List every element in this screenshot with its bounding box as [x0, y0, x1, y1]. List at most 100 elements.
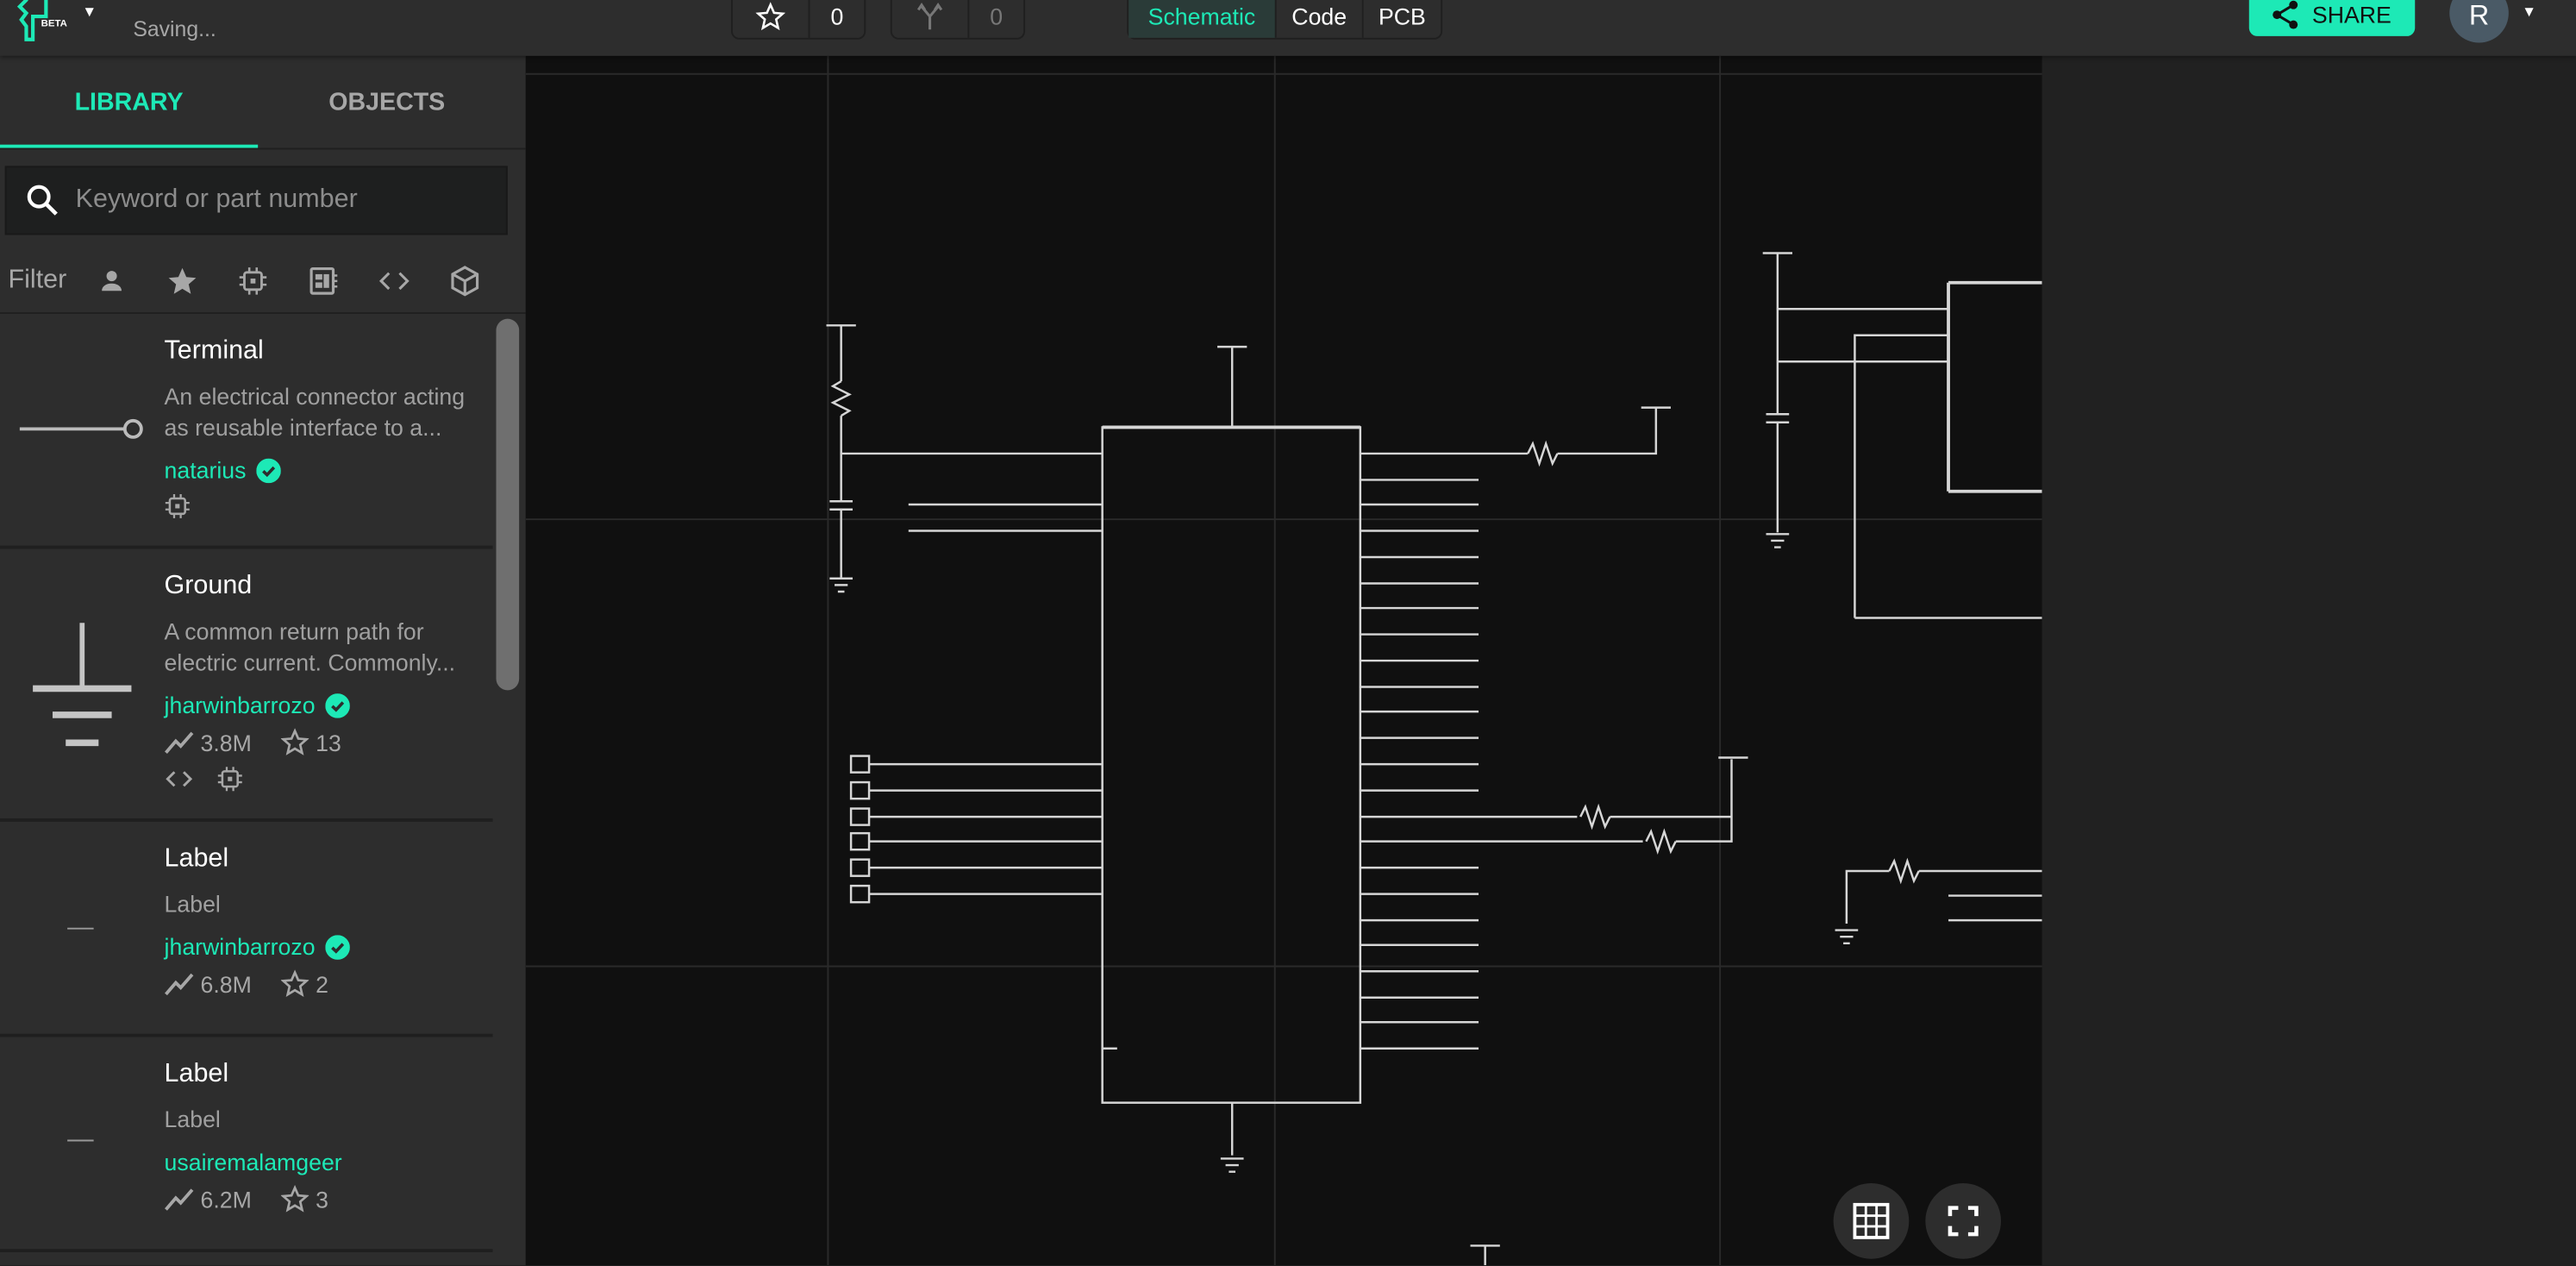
chip-icon [217, 767, 242, 792]
item-name: Ground [164, 572, 253, 600]
library-sidebar: LIBRARY OBJECTS Filter Terminal [0, 55, 526, 1266]
connector-pin[interactable] [849, 755, 871, 774]
connector-pin[interactable] [849, 884, 871, 904]
connector-pin[interactable] [849, 858, 871, 877]
fullscreen-button[interactable] [1925, 1183, 2002, 1259]
ground-symbol[interactable] [1220, 1157, 1244, 1173]
item-author[interactable]: jharwinbarrozo [165, 692, 493, 718]
item-author[interactable]: natarius [165, 457, 493, 483]
item-description: An electrical connector acting as reusab… [164, 383, 466, 441]
share-button[interactable]: SHARE [2248, 0, 2416, 36]
wire[interactable] [1557, 407, 1658, 455]
tab-objects[interactable]: OBJECTS [258, 56, 516, 148]
search-input[interactable] [72, 184, 490, 217]
account-caret-icon[interactable]: ▼ [2522, 3, 2536, 20]
search-icon [27, 185, 58, 216]
item-author[interactable]: usairemalamgeer [165, 1149, 493, 1175]
view-switcher: Schematic Code PCB [1127, 0, 1443, 40]
library-item-label[interactable]: Label Label usairemalamgeer 6.2M 3 [0, 1037, 493, 1253]
capacitor[interactable] [1766, 412, 1790, 423]
user-avatar[interactable]: R [2449, 0, 2509, 43]
sidebar-tabs: LIBRARY OBJECTS [0, 56, 526, 150]
module-outline[interactable] [1947, 280, 2042, 493]
grid-icon [1853, 1202, 1890, 1239]
tab-schematic[interactable]: Schematic [1129, 0, 1277, 38]
connector-pin[interactable] [849, 780, 871, 800]
library-item-label[interactable]: Label Label jharwinbarrozo 6.8M 2 [0, 822, 493, 1037]
library-item-ground[interactable]: Ground A common return path for electric… [0, 548, 493, 822]
resistor[interactable] [830, 380, 852, 417]
filter-bar: Filter [0, 250, 526, 314]
search-box [4, 166, 508, 235]
item-stats: 6.8M 2 [165, 969, 493, 997]
star-outline-icon [281, 969, 309, 997]
author-name: usairemalamgeer [164, 1149, 342, 1175]
top-bar: BETA ▼ Saving... 0 0 Schematic Code PCB … [0, 0, 2576, 56]
filter-code-icon[interactable] [359, 268, 429, 294]
resistor[interactable] [1645, 828, 1677, 855]
wire[interactable] [1675, 759, 1733, 843]
filter-chip-icon[interactable] [218, 266, 289, 296]
app-window: BETA ▼ Saving... 0 0 Schematic Code PCB … [0, 0, 2576, 1266]
filter-module-icon[interactable] [289, 265, 360, 298]
library-list: Terminal An electrical connector acting … [0, 314, 493, 1265]
star-count: 13 [316, 729, 341, 755]
schematic-wires [826, 252, 2042, 1266]
star-outline-icon [281, 1184, 309, 1213]
beta-badge: BETA [41, 19, 67, 30]
fork-button[interactable] [892, 0, 970, 38]
star-outline-icon [281, 728, 309, 755]
wire[interactable] [1845, 869, 1890, 924]
canvas-grid [525, 55, 2042, 1266]
trending-icon [165, 1188, 194, 1210]
item-tags [165, 766, 493, 792]
library-item-terminal[interactable]: Terminal An electrical connector acting … [0, 314, 493, 549]
resistor[interactable] [1527, 440, 1559, 467]
wire[interactable] [1948, 894, 2042, 922]
resistor[interactable] [1579, 803, 1611, 830]
share-icon [2273, 0, 2298, 29]
trending-icon [165, 730, 194, 754]
menu-caret-icon[interactable]: ▼ [82, 3, 97, 20]
fork-button-group: 0 [890, 0, 1026, 40]
connector-pin[interactable] [849, 807, 871, 826]
connector-pin[interactable] [849, 831, 871, 851]
tab-code[interactable]: Code [1277, 0, 1364, 38]
verified-icon [255, 457, 281, 483]
filter-cube-icon[interactable] [429, 265, 500, 298]
label-symbol-icon [0, 1037, 165, 1249]
star-button[interactable] [733, 0, 810, 38]
chip-icon [165, 493, 190, 518]
usage-count: 6.8M [200, 970, 252, 997]
resistor[interactable] [1888, 857, 1920, 885]
grid-toggle-button[interactable] [1833, 1183, 1910, 1259]
filter-person-icon[interactable] [77, 266, 147, 296]
item-stats: 3.8M 13 [165, 728, 493, 755]
fork-icon [916, 2, 943, 30]
code-icon [166, 771, 193, 787]
capacitor[interactable] [829, 499, 853, 511]
item-name: Terminal [164, 336, 264, 366]
verified-icon [324, 934, 350, 959]
library-scrollbar[interactable] [496, 318, 520, 691]
item-description: Label [164, 890, 221, 918]
terminal-symbol-icon [0, 314, 165, 546]
star-button-group: 0 [730, 0, 866, 40]
item-author[interactable]: jharwinbarrozo [165, 933, 493, 960]
filter-star-icon[interactable] [147, 265, 218, 298]
label-symbol-icon [0, 822, 165, 1034]
item-stats: 6.2M 3 [165, 1184, 493, 1213]
ground-symbol[interactable] [1835, 929, 1859, 945]
ground-symbol[interactable] [1766, 533, 1790, 548]
fullscreen-icon [1948, 1206, 1979, 1237]
author-name: natarius [164, 456, 247, 484]
ground-symbol[interactable] [829, 577, 853, 593]
schematic-canvas[interactable] [525, 55, 2042, 1266]
tab-pcb[interactable]: PCB [1364, 0, 1441, 38]
share-label: SHARE [2311, 1, 2392, 28]
ic-body[interactable] [1101, 426, 1362, 1104]
inspector-panel [2041, 55, 2576, 1266]
ground-symbol-icon [0, 548, 165, 818]
usage-count: 6.2M [200, 1185, 252, 1213]
tab-library[interactable]: LIBRARY [0, 56, 259, 148]
